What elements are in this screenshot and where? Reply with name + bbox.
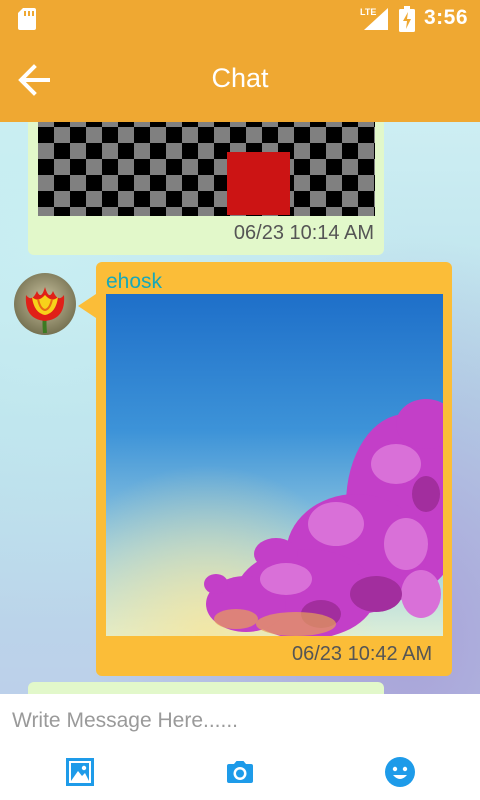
sender-name: ehosk [106,270,163,293]
message-bubble-outgoing-partial [28,682,384,694]
page-title: Chat [211,63,269,93]
message-composer [0,694,480,800]
camera-icon[interactable] [224,756,256,788]
message-input[interactable] [12,704,468,738]
tulip-avatar-image [14,273,76,335]
image-icon[interactable] [64,756,96,788]
checkerboard-image[interactable] [38,122,375,216]
signal-icon [364,8,388,30]
clock: 3:56 [423,6,468,29]
blossom-tree-image [106,294,443,636]
message-timestamp: 06/23 10:14 AM [233,222,374,244]
smiley-icon[interactable] [384,756,416,788]
status-bar: LTE 3:56 [0,0,480,38]
red-square-shape [227,152,290,215]
battery-charging-icon [399,6,415,32]
message-timestamp: 06/23 10:42 AM [292,643,433,665]
chat-list[interactable]: 06/23 10:14 AM ehosk 06/23 10:42 AM [0,122,480,694]
sd-card-icon [18,8,36,30]
app-bar: Chat [0,38,480,122]
photo-attachment[interactable] [106,294,443,636]
message-bubble-outgoing: 06/23 10:14 AM [28,122,384,255]
avatar[interactable] [14,273,76,335]
bubble-tail [78,294,96,318]
